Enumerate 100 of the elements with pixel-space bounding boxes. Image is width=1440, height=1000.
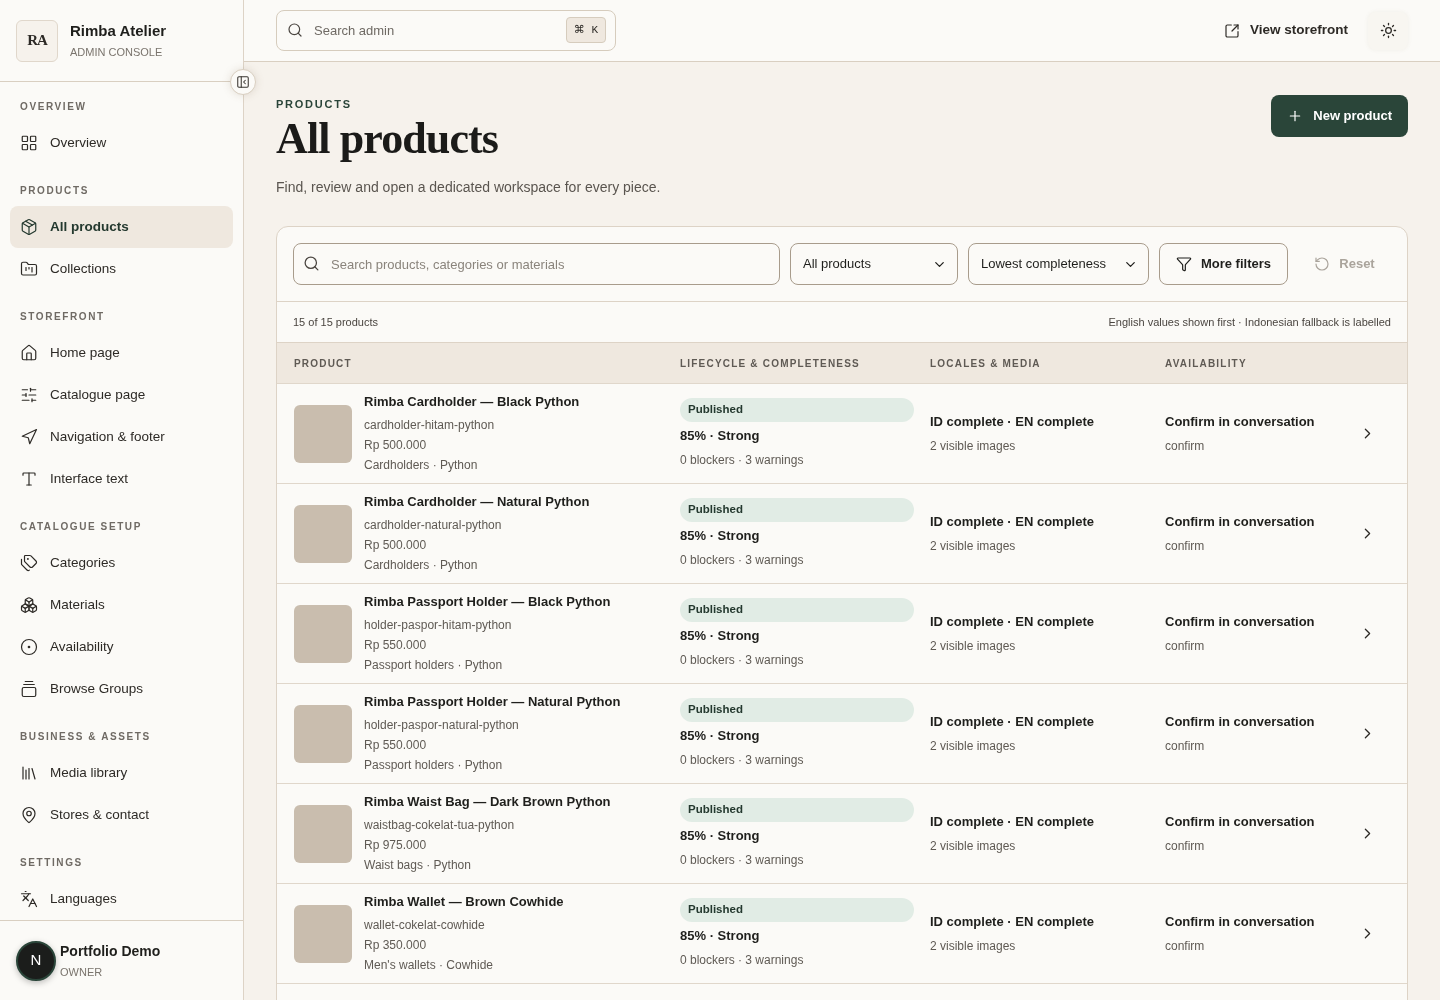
product-slug: holder-paspor-natural-python	[364, 716, 520, 734]
product-category: Passport holders · Python	[364, 656, 504, 674]
folder-icon	[20, 260, 38, 278]
sliders-icon	[20, 386, 38, 404]
availability-status: Confirm in conversation	[1165, 912, 1316, 931]
external-link-icon	[1223, 22, 1240, 39]
photo-placeholder	[294, 404, 352, 463]
product-slug: wallet-cokelat-cowhide	[364, 916, 486, 934]
availability-status: Confirm in conversation	[1165, 612, 1316, 631]
completeness-score: 85% · Strong	[680, 526, 761, 545]
circle-dot-icon	[20, 638, 38, 656]
availability-note: confirm	[1165, 837, 1206, 855]
filter-icon	[1175, 256, 1192, 272]
user-name: Portfolio Demo	[60, 941, 161, 960]
section-heading: PRODUCTS	[19, 184, 90, 198]
search-icon	[287, 22, 303, 38]
product-price: Rp 500.000	[364, 536, 428, 554]
availability-note: confirm	[1165, 937, 1206, 955]
sidebar-item[interactable]: Media library	[10, 752, 233, 794]
product-name[interactable]: Rimba Wallet — Brown Cowhide	[364, 892, 564, 911]
media-count: 2 visible images	[930, 437, 1017, 455]
column-header: LOCALES & MEDIA	[930, 356, 1042, 371]
product-name[interactable]: Rimba Cardholder — Black Python	[364, 392, 580, 411]
brand-subtitle: ADMIN CONSOLE	[70, 45, 164, 60]
media-count: 2 visible images	[930, 837, 1017, 855]
user-role: OWNER	[60, 964, 104, 980]
issue-count: 0 blockers · 3 warnings	[680, 951, 805, 969]
product-slug: holder-paspor-hitam-python	[364, 616, 513, 634]
status-pill: Published	[680, 597, 914, 622]
product-price: Rp 550.000	[364, 736, 428, 754]
section-heading: BUSINESS & ASSETS	[19, 730, 152, 744]
completeness-score: 85% · Strong	[680, 826, 761, 845]
completeness-score: 85% · Strong	[680, 926, 761, 945]
sidebar-item[interactable]: All products	[10, 206, 233, 248]
theme-toggle-button[interactable]	[1368, 11, 1408, 50]
column-header: PRODUCT	[294, 356, 353, 371]
sidebar-item[interactable]: Navigation & footer	[10, 416, 233, 458]
page-eyebrow: PRODUCTS	[276, 97, 353, 112]
sidebar-item[interactable]: Availability	[10, 626, 233, 668]
media-count: 2 visible images	[930, 937, 1017, 955]
availability-note: confirm	[1165, 637, 1206, 655]
product-name[interactable]: Rimba Waist Bag — Dark Brown Python	[364, 792, 611, 811]
locale-status: ID complete · EN complete	[930, 812, 1095, 831]
result-count: 15 of 15 products	[293, 314, 378, 330]
view-storefront-link[interactable]: View storefront	[1223, 20, 1348, 41]
section-heading: STOREFRONT	[19, 310, 106, 324]
shortcut-key: ⌘ K	[565, 17, 606, 43]
availability-note: confirm	[1165, 537, 1206, 555]
sort-select[interactable]: Lowest completeness	[968, 243, 1149, 285]
sidebar-item[interactable]: Collections	[10, 248, 233, 290]
photo-placeholder	[294, 504, 352, 563]
section-heading: CATALOGUE SETUP	[19, 520, 143, 534]
sidebar-item[interactable]: Interface text	[10, 458, 233, 500]
availability-status: Confirm in conversation	[1165, 812, 1316, 831]
stack-icon	[20, 680, 38, 698]
sidebar-item[interactable]: Overview	[10, 122, 233, 164]
photo-placeholder	[294, 704, 352, 763]
collapse-sidebar-button[interactable]	[230, 69, 256, 95]
product-name[interactable]: Rimba Passport Holder — Natural Python	[364, 692, 621, 711]
product-slug: cardholder-natural-python	[364, 516, 503, 534]
availability-note: confirm	[1165, 737, 1206, 755]
sidebar-item[interactable]: Catalogue page	[10, 374, 233, 416]
sidebar-item[interactable]: Stores & contact	[10, 794, 233, 836]
house-icon	[20, 344, 38, 362]
more-filters-button[interactable]: More filters	[1159, 243, 1288, 285]
issue-count: 0 blockers · 3 warnings	[680, 651, 805, 669]
section-heading: OVERVIEW	[19, 100, 88, 114]
product-name[interactable]: Rimba Passport Holder — Black Python	[364, 592, 611, 611]
issue-count: 0 blockers · 3 warnings	[680, 551, 805, 569]
photo-placeholder	[294, 604, 352, 663]
product-category: Cardholders · Python	[364, 456, 479, 474]
user-avatar: N	[16, 940, 56, 981]
status-pill: Published	[680, 397, 914, 422]
sidebar-item[interactable]: Browse Groups	[10, 668, 233, 710]
status-pill: Published	[680, 897, 914, 922]
completeness-score: 85% · Strong	[680, 426, 761, 445]
status-pill: Published	[680, 497, 914, 522]
availability-status: Confirm in conversation	[1165, 412, 1316, 431]
new-product-button[interactable]: New product	[1271, 95, 1408, 137]
panel-collapse-icon	[236, 75, 250, 89]
media-count: 2 visible images	[930, 537, 1017, 555]
completeness-score: 85% · Strong	[680, 626, 761, 645]
product-category: Passport holders · Python	[364, 756, 504, 774]
product-search-field[interactable]: Search products, categories or materials	[293, 243, 780, 285]
navigation-arrow-icon	[20, 428, 38, 446]
product-filter-select[interactable]: All products	[790, 243, 958, 285]
photo-placeholder	[294, 904, 352, 963]
page-title: All products	[276, 114, 500, 164]
product-slug: waistbag-cokelat-tua-python	[364, 816, 516, 834]
sidebar-item[interactable]: Home page	[10, 332, 233, 374]
library-icon	[20, 764, 38, 782]
letter-t-icon	[20, 470, 38, 488]
product-price: Rp 350.000	[364, 936, 428, 954]
sun-icon	[1379, 22, 1397, 39]
sidebar-item[interactable]: Languages	[10, 878, 233, 920]
product-category: Waist bags · Python	[364, 856, 472, 874]
sidebar-item[interactable]: Materials	[10, 584, 233, 626]
sidebar-item[interactable]: Categories	[10, 542, 233, 584]
locale-status: ID complete · EN complete	[930, 712, 1095, 731]
product-name[interactable]: Rimba Cardholder — Natural Python	[364, 492, 590, 511]
